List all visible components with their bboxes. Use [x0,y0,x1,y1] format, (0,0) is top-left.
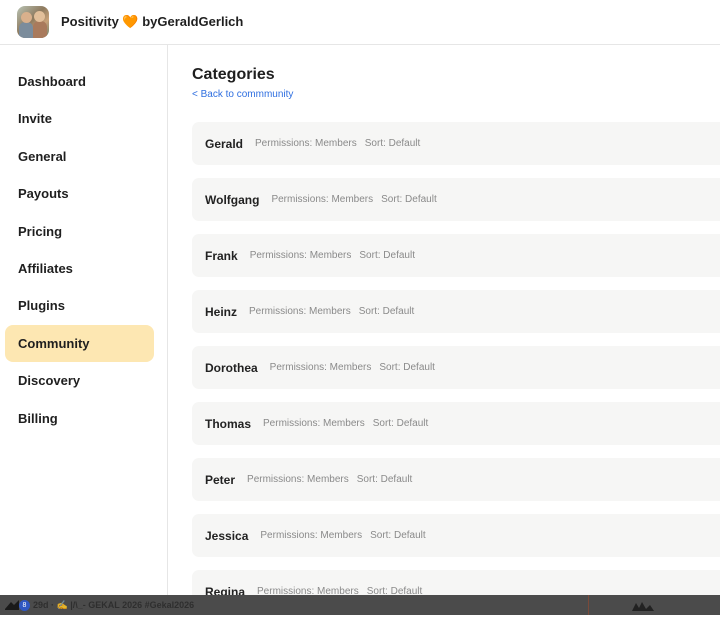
sidebar-item-general[interactable]: General [5,138,154,175]
category-sort: Sort: Default [381,194,437,205]
page-title: Categories [192,66,275,83]
category-name: Gerald [205,136,244,151]
category-permissions: Permissions: Members [249,250,352,261]
category-permissions: Permissions: Members [257,586,359,595]
category-row[interactable]: Wolfgang Permissions: Members Sort: Defa… [192,178,720,221]
category-name: Frank [205,248,238,263]
category-permissions: Permissions: Members [249,306,351,317]
category-row[interactable]: Dorothea Permissions: Members Sort: Defa… [192,346,720,389]
category-name: Dorothea [205,360,258,375]
category-permissions: Permissions: Members [247,474,349,485]
category-sort: Sort: Default [372,418,429,429]
sidebar-item-community[interactable]: Community [5,324,154,363]
sidebar-item-plugins[interactable]: Plugins [5,287,154,324]
top-bar: Positivity 🧡 byGeraldGerlich [0,0,720,45]
community-avatar[interactable] [17,6,49,38]
sidebar-item-payouts[interactable]: Payouts [5,175,154,212]
category-row[interactable]: Gerald Permissions: Members Sort: Defaul… [192,122,720,165]
category-permissions: Permissions: Members [269,362,372,373]
category-name: Jessica [205,528,249,543]
taskbar-status-text: 29d · ✍️ |/\_- GEKAL 2026 #Gekal2026 [33,599,195,610]
sidebar: Dashboard Invite General Payouts Pricing… [0,45,168,595]
category-sort: Sort: Default [366,586,423,595]
category-permissions: Permissions: Members [260,530,363,541]
category-row[interactable]: Frank Permissions: Members Sort: Default [192,234,720,277]
taskbar-divider [588,595,589,615]
category-name: Thomas [205,416,252,431]
community-title[interactable]: Positivity 🧡 byGeraldGerlich [61,14,243,30]
category-row[interactable]: Thomas Permissions: Members Sort: Defaul… [192,402,720,445]
category-sort: Sort: Default [359,250,415,261]
notification-badge: 8 [19,599,30,611]
category-row[interactable]: Regina Permissions: Members Sort: Defaul… [192,570,720,595]
sidebar-item-discovery[interactable]: Discovery [5,362,154,399]
category-sort: Sort: Default [370,530,426,541]
sidebar-item-dashboard[interactable]: Dashboard [5,63,154,100]
category-name: Heinz [205,304,238,319]
category-name: Wolfgang [205,192,260,207]
sidebar-item-pricing[interactable]: Pricing [5,213,154,250]
app-icon[interactable] [5,600,19,610]
main-content: Categories < Back to commmunity Gerald P… [168,45,720,595]
category-list: Gerald Permissions: Members Sort: Defaul… [192,122,720,595]
category-row[interactable]: Peter Permissions: Members Sort: Default [192,458,720,501]
category-sort: Sort: Default [358,306,415,317]
sidebar-item-billing[interactable]: Billing [5,400,154,437]
back-to-community-link[interactable]: < Back to commmunity [192,89,293,100]
category-name: Peter [205,472,236,487]
bottom-taskbar: 8 29d · ✍️ |/\_- GEKAL 2026 #Gekal2026 [0,595,720,615]
category-row[interactable]: Heinz Permissions: Members Sort: Default [192,290,720,333]
sidebar-item-affiliates[interactable]: Affiliates [5,250,154,287]
category-sort: Sort: Default [356,474,413,485]
category-sort: Sort: Default [379,362,435,373]
sidebar-item-invite[interactable]: Invite [5,100,154,137]
window-thumbnail-icon[interactable] [630,599,656,611]
category-name: Regina [205,584,246,596]
category-row[interactable]: Jessica Permissions: Members Sort: Defau… [192,514,720,557]
category-permissions: Permissions: Members [255,138,357,149]
category-permissions: Permissions: Members [263,418,365,429]
category-sort: Sort: Default [364,138,421,149]
category-permissions: Permissions: Members [271,194,374,205]
